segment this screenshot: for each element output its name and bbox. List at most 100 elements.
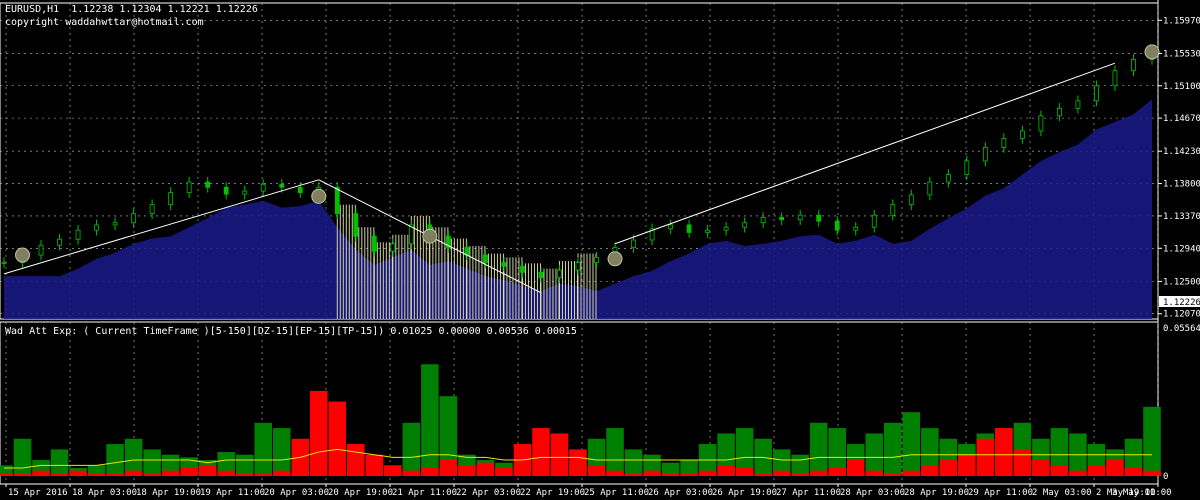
price-tick-label: 1.14670 <box>1163 114 1200 124</box>
time-tick-label: 22 Apr 19:00 <box>520 488 585 498</box>
candle-body <box>279 183 285 188</box>
bull-hist-bar <box>272 428 291 476</box>
time-tick-label: 26 Apr 03:00 <box>648 488 713 498</box>
candle-body <box>890 204 896 216</box>
candle-body <box>1038 115 1044 132</box>
bear-hist-bar <box>1143 470 1161 476</box>
candle-body <box>260 183 266 192</box>
candle-body <box>723 226 729 231</box>
price-tick-label: 1.15970 <box>1163 16 1200 26</box>
bear-hist-bar <box>1069 470 1087 476</box>
candle-body <box>538 271 544 279</box>
candle-body <box>816 214 822 222</box>
bear-hist-bar <box>680 473 698 476</box>
bear-hist-bar <box>587 465 606 476</box>
candle-body <box>686 224 692 233</box>
bear-hist-bar <box>754 473 772 476</box>
bear-hist-bar <box>124 470 143 476</box>
candle-body <box>1112 70 1118 87</box>
bear-hist-bar <box>1013 449 1032 476</box>
bull-hist-bar <box>606 428 624 476</box>
bear-hist-bar <box>272 470 291 476</box>
bear-hist-bar <box>1087 465 1106 476</box>
candle-body <box>149 204 155 215</box>
candle-body <box>1094 85 1099 102</box>
bull-hist-bar <box>143 449 161 476</box>
signal-marker-icon <box>15 247 31 263</box>
bear-hist-bar <box>995 428 1013 476</box>
bear-hist-bar <box>865 470 884 476</box>
candle-body <box>853 226 859 231</box>
candle-body <box>297 186 303 193</box>
candle-body <box>1075 100 1081 109</box>
candle-body <box>371 235 377 252</box>
bull-hist-bar <box>624 449 643 476</box>
price-tick-label: 1.13800 <box>1163 180 1200 190</box>
bull-hist-bar <box>13 438 32 476</box>
time-tick-label: 2 May 03:00 <box>1032 488 1092 498</box>
bear-hist-bar <box>50 473 69 476</box>
candle-body <box>94 224 99 231</box>
candle-body <box>242 190 248 195</box>
candle-body <box>779 217 785 221</box>
candle-body <box>964 160 970 175</box>
bull-hist-bar <box>254 422 272 476</box>
candle-body <box>168 192 174 206</box>
signal-marker-icon <box>1144 44 1160 60</box>
candle-body <box>57 238 62 246</box>
price-tick-label: 1.15100 <box>1163 82 1200 92</box>
candle-body <box>1019 130 1025 139</box>
price-tick-label: 1.15530 <box>1163 49 1200 59</box>
candle-body <box>38 244 44 256</box>
chart-window[interactable]: 1.15970 1.15530 1.15100 1.14670 1.14230 1.138… <box>0 0 1200 500</box>
bear-hist-bar <box>939 460 958 476</box>
candle-body <box>131 213 137 224</box>
price-tick-label: 1.12500 <box>1163 277 1200 287</box>
bear-hist-bar <box>439 460 458 476</box>
time-tick-label: 25 Apr 11:00 <box>584 488 649 498</box>
bear-hist-bar <box>32 470 50 476</box>
bear-hist-bar <box>532 428 550 476</box>
candle-body <box>797 214 803 221</box>
bear-hist-bar <box>884 473 902 476</box>
candle-body <box>483 254 488 263</box>
bear-hist-bar <box>1050 465 1069 476</box>
bear-hist-bar <box>254 473 272 476</box>
bull-hist-bar <box>124 438 143 476</box>
time-tick-label: 28 Apr 03:00 <box>840 488 905 498</box>
bear-hist-bar <box>69 470 87 476</box>
bear-hist-bar <box>235 473 254 476</box>
bear-hist-bar <box>958 454 976 476</box>
time-tick-label: 18 Apr 03:00 <box>72 488 137 498</box>
bear-hist-bar <box>180 468 198 476</box>
bear-hist-bar <box>569 449 587 476</box>
indicator-tick-label: 0 <box>1163 472 1168 482</box>
bear-hist-bar <box>735 468 754 476</box>
bull-hist-bar <box>1143 406 1161 476</box>
bear-hist-bar <box>310 390 328 476</box>
bull-hist-bar <box>884 422 902 476</box>
bear-hist-bar <box>458 465 476 476</box>
candle-body <box>75 229 81 240</box>
candle-body <box>205 181 211 188</box>
price-chart-svg[interactable]: 1.15970 1.15530 1.15100 1.14670 1.14230 1.138… <box>0 0 1200 500</box>
symbol-label: EURUSD,H1 <box>5 4 60 15</box>
bull-hist-bar <box>50 449 69 476</box>
candle-body <box>945 174 951 183</box>
price-tick-label: 1.12070 <box>1163 310 1200 320</box>
candle-body <box>760 217 766 224</box>
bear-hist-bar <box>1124 468 1143 476</box>
bear-hist-bar <box>87 473 106 476</box>
price-tick-label: 1.12940 <box>1163 244 1200 254</box>
bear-hist-bar <box>809 470 828 476</box>
bear-hist-bar <box>624 473 643 476</box>
time-tick-label: 28 Apr 19:00 <box>904 488 969 498</box>
signal-marker-icon <box>422 228 438 244</box>
time-tick-label: 29 Apr 11:00 <box>968 488 1033 498</box>
time-tick-label: 26 Apr 19:00 <box>712 488 777 498</box>
candle-body <box>1057 107 1062 117</box>
signal-marker-icon <box>311 188 327 204</box>
bull-hist-bar <box>809 422 828 476</box>
bear-hist-bar <box>495 468 513 476</box>
candle-body <box>1 262 7 264</box>
